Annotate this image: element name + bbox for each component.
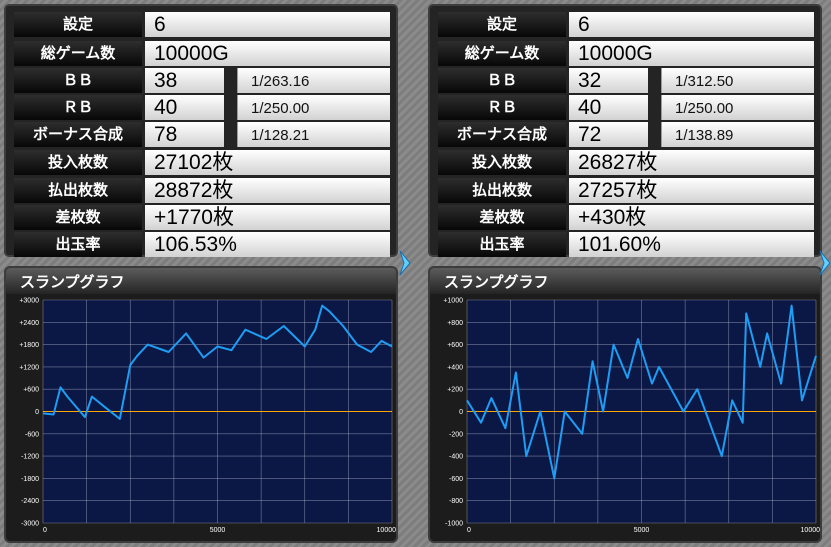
graph-title: スランプグラフ — [430, 268, 820, 294]
x-tick-label: 0 — [467, 527, 471, 534]
graph-title: スランプグラフ — [6, 268, 396, 294]
y-tick-label: -1800 — [21, 476, 39, 483]
row-difference: 差枚数 +1770枚 — [14, 205, 390, 230]
rb-label: ＲＢ — [14, 95, 142, 120]
rb-probability: 1/250.00 — [661, 95, 814, 120]
x-tick-label: 10000 — [801, 527, 820, 534]
bb-probability: 1/263.16 — [237, 68, 390, 93]
row-payout-rate: 出玉率 101.60% — [438, 232, 814, 257]
row-coins-in: 投入枚数 27102枚 — [14, 150, 390, 175]
payout-rate-label: 出玉率 — [438, 232, 566, 257]
coins-out-label: 払出枚数 — [438, 178, 566, 203]
settings-value: 6 — [145, 12, 390, 37]
difference-value: +430枚 — [569, 205, 814, 230]
y-tick-label: -800 — [449, 498, 463, 505]
row-bonus: ボーナス合成 72 1/138.89 — [438, 122, 814, 147]
games-label: 総ゲーム数 — [14, 41, 142, 66]
difference-label: 差枚数 — [14, 205, 142, 230]
difference-value: +1770枚 — [145, 205, 390, 230]
next-page-arrow-icon[interactable] — [398, 250, 412, 276]
rb-label: ＲＢ — [438, 95, 566, 120]
difference-label: 差枚数 — [438, 205, 566, 230]
y-tick-label: 0 — [35, 409, 39, 416]
y-tick-label: +2400 — [19, 320, 39, 327]
payout-rate-label: 出玉率 — [14, 232, 142, 257]
games-value: 10000G — [145, 41, 390, 66]
bonus-label: ボーナス合成 — [438, 122, 566, 147]
row-games: 総ゲーム数 10000G — [14, 41, 390, 66]
coins-out-value: 27257枚 — [569, 178, 814, 203]
bb-label: ＢＢ — [14, 68, 142, 93]
y-tick-label: +1800 — [19, 342, 39, 349]
slump-graph-box: スランプグラフ +3000 +2400 +1800 +1200 +600 0 -600 -12… — [4, 266, 398, 543]
bb-value: 32 — [569, 68, 648, 93]
y-tick-label: -400 — [449, 454, 463, 461]
row-coins-out: 払出枚数 28872枚 — [14, 178, 390, 203]
y-tick-label: 0 — [459, 409, 463, 416]
y-tick-label: +600 — [23, 387, 39, 394]
bb-probability: 1/312.50 — [661, 68, 814, 93]
row-bb: ＢＢ 32 1/312.50 — [438, 68, 814, 93]
bonus-value: 78 — [145, 122, 224, 147]
y-tick-label: -600 — [25, 431, 39, 438]
y-tick-label: -200 — [449, 431, 463, 438]
payout-rate-value: 101.60% — [569, 232, 814, 257]
x-tick-label: 5000 — [634, 527, 650, 534]
settings-value: 6 — [569, 12, 814, 37]
bonus-value: 72 — [569, 122, 648, 147]
bonus-probability: 1/138.89 — [661, 122, 814, 147]
y-tick-label: -600 — [449, 476, 463, 483]
y-tick-label: -1000 — [445, 521, 463, 528]
rb-probability: 1/250.00 — [237, 95, 390, 120]
games-label: 総ゲーム数 — [438, 41, 566, 66]
coins-out-label: 払出枚数 — [14, 178, 142, 203]
stats-table: 設定 6 総ゲーム数 10000G ＢＢ 38 1/263.16 ＲＢ 40 1/250.0… — [4, 4, 398, 257]
y-tick-label: +800 — [447, 320, 463, 327]
slump-graph: +1000 +800 +600 +400 +200 0 -200 -400 -600 -800 -1… — [443, 298, 820, 535]
slump-graph: +3000 +2400 +1800 +1200 +600 0 -600 -1200 -1800 -… — [19, 298, 396, 535]
next-page-arrow-icon[interactable] — [818, 250, 831, 276]
y-tick-label: +200 — [447, 387, 463, 394]
settings-label: 設定 — [14, 12, 142, 37]
row-difference: 差枚数 +430枚 — [438, 205, 814, 230]
bb-label: ＢＢ — [438, 68, 566, 93]
coins-out-value: 28872枚 — [145, 178, 390, 203]
rb-value: 40 — [569, 95, 648, 120]
row-settings: 設定 6 — [438, 12, 814, 37]
y-tick-label: +1200 — [19, 364, 39, 371]
games-value: 10000G — [569, 41, 814, 66]
y-tick-label: +1000 — [443, 298, 463, 305]
x-tick-label: 5000 — [210, 527, 226, 534]
row-settings: 設定 6 — [14, 12, 390, 37]
x-tick-label: 10000 — [377, 527, 396, 534]
coins-in-value: 27102枚 — [145, 150, 390, 175]
y-tick-label: +600 — [447, 342, 463, 349]
row-rb: ＲＢ 40 1/250.00 — [14, 95, 390, 120]
coins-in-label: 投入枚数 — [14, 150, 142, 175]
payout-rate-value: 106.53% — [145, 232, 390, 257]
row-bb: ＢＢ 38 1/263.16 — [14, 68, 390, 93]
y-tick-label: -2400 — [21, 498, 39, 505]
y-tick-label: -1200 — [21, 454, 39, 461]
coins-in-value: 26827枚 — [569, 150, 814, 175]
coins-in-label: 投入枚数 — [438, 150, 566, 175]
row-bonus: ボーナス合成 78 1/128.21 — [14, 122, 390, 147]
row-payout-rate: 出玉率 106.53% — [14, 232, 390, 257]
y-tick-label: -3000 — [21, 521, 39, 528]
y-tick-label: +3000 — [19, 298, 39, 305]
settings-label: 設定 — [438, 12, 566, 37]
bb-value: 38 — [145, 68, 224, 93]
slump-graph-box: スランプグラフ +1000 +800 +600 +400 +200 0 -200 -400 -6… — [428, 266, 822, 543]
row-games: 総ゲーム数 10000G — [438, 41, 814, 66]
stats-table: 設定 6 総ゲーム数 10000G ＢＢ 32 1/312.50 ＲＢ 40 1/250.0… — [428, 4, 822, 257]
x-tick-label: 0 — [43, 527, 47, 534]
bonus-probability: 1/128.21 — [237, 122, 390, 147]
rb-value: 40 — [145, 95, 224, 120]
row-coins-in: 投入枚数 26827枚 — [438, 150, 814, 175]
row-rb: ＲＢ 40 1/250.00 — [438, 95, 814, 120]
row-coins-out: 払出枚数 27257枚 — [438, 178, 814, 203]
y-tick-label: +400 — [447, 364, 463, 371]
bonus-label: ボーナス合成 — [14, 122, 142, 147]
